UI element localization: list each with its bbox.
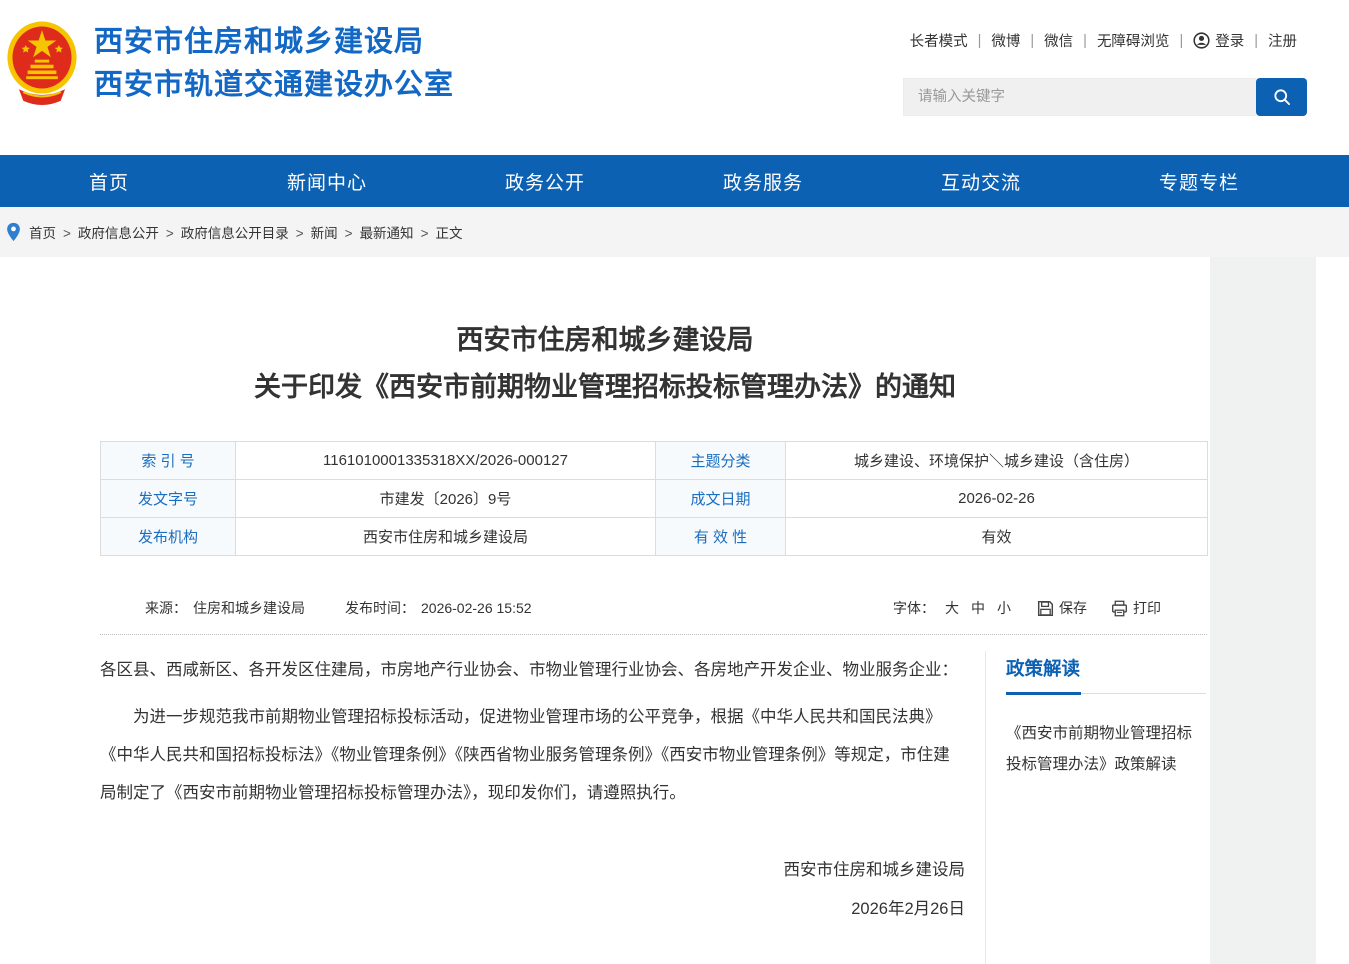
header-utilities: 长者模式 微博 微信 无障碍浏览 登录 注册 (903, 30, 1307, 116)
publish-time-value: 2026-02-26 15:52 (421, 600, 532, 616)
search-icon (1272, 87, 1292, 107)
document-title: 西安市住房和城乡建设局 关于印发《西安市前期物业管理招标投标管理办法》的通知 (0, 317, 1210, 411)
article-body: 各区县、西咸新区、各开发区住建局，市房地产行业协会、市物业管理行业协会、各房地产… (0, 651, 985, 964)
publish-time-label: 发布时间： (345, 600, 415, 616)
article-toolbar: 字体： 大 中 小 保存 (893, 598, 1161, 618)
search-button[interactable] (1256, 78, 1307, 116)
dotted-divider (100, 634, 1207, 635)
font-size-large-button[interactable]: 大 (945, 598, 959, 618)
meta-value-topic-category: 城乡建设、环境保护＼城乡建设（含住房） (786, 442, 1208, 480)
register-link[interactable]: 注册 (1244, 30, 1297, 51)
policy-interpretation-link[interactable]: 《西安市前期物业管理招标投标管理办法》政策解读 (1006, 718, 1206, 780)
source-label: 来源： (145, 600, 187, 616)
wechat-link[interactable]: 微信 (1020, 30, 1073, 51)
signature-organization: 西安市住房和城乡建设局 (100, 856, 965, 880)
breadcrumb-gov-info[interactable]: 政府信息公开 (56, 222, 159, 242)
nav-item-special-topics[interactable]: 专题专栏 (1090, 155, 1308, 207)
font-size-small-button[interactable]: 小 (997, 598, 1011, 618)
meta-label-issue-date: 成文日期 (656, 480, 786, 518)
meta-value-validity: 有效 (786, 518, 1208, 556)
source-value: 住房和城乡建设局 (193, 600, 305, 616)
print-button[interactable]: 打印 (1111, 598, 1161, 618)
document-title-line2: 关于印发《西安市前期物业管理招标投标管理办法》的通知 (0, 364, 1210, 411)
nav-item-interaction[interactable]: 互动交流 (872, 155, 1090, 207)
meta-value-index-number: 1161010001335318XX/2026-000127 (236, 442, 656, 480)
table-row: 发布机构 西安市住房和城乡建设局 有 效 性 有效 (101, 518, 1208, 556)
search-input[interactable] (903, 78, 1256, 116)
national-emblem-icon (6, 20, 78, 108)
breadcrumb-latest-notices[interactable]: 最新通知 (338, 222, 414, 242)
nav-item-news[interactable]: 新闻中心 (218, 155, 436, 207)
source-info: 来源： 住房和城乡建设局 发布时间： 2026-02-26 15:52 (145, 598, 538, 618)
print-icon (1111, 600, 1128, 617)
article-card: 西安市住房和城乡建设局 关于印发《西安市前期物业管理招标投标管理办法》的通知 索… (0, 257, 1210, 964)
meta-label-doc-number: 发文字号 (101, 480, 236, 518)
table-row: 发文字号 市建发〔2026〕9号 成文日期 2026-02-26 (101, 480, 1208, 518)
breadcrumb: 首页 政府信息公开 政府信息公开目录 新闻 最新通知 正文 (0, 207, 1349, 257)
user-icon (1193, 32, 1210, 49)
table-row: 索 引 号 1161010001335318XX/2026-000127 主题分… (101, 442, 1208, 480)
meta-label-topic-category: 主题分类 (656, 442, 786, 480)
signature-date: 2026年2月26日 (100, 895, 965, 919)
weibo-link[interactable]: 微博 (968, 30, 1021, 51)
meta-label-issuing-agency: 发布机构 (101, 518, 236, 556)
policy-interpretation-sidebar: 政策解读 《西安市前期物业管理招标投标管理办法》政策解读 (985, 651, 1210, 964)
elder-mode-link[interactable]: 长者模式 (910, 30, 968, 51)
site-title: 西安市住房和城乡建设局 西安市轨道交通建设办公室 (94, 21, 454, 107)
org-name-line1: 西安市住房和城乡建设局 (94, 21, 454, 64)
breadcrumb-current-page: 正文 (414, 222, 463, 242)
font-size-medium-button[interactable]: 中 (971, 598, 985, 618)
font-size-label: 字体： (893, 598, 935, 618)
site-logo[interactable]: 西安市住房和城乡建设局 西安市轨道交通建设办公室 (6, 20, 454, 108)
source-toolbar-row: 来源： 住房和城乡建设局 发布时间： 2026-02-26 15:52 字体： 大 中… (100, 598, 1207, 634)
page-body: 西安市住房和城乡建设局 关于印发《西安市前期物业管理招标投标管理办法》的通知 索… (0, 257, 1349, 964)
right-margin (1316, 257, 1349, 964)
meta-value-issuing-agency: 西安市住房和城乡建设局 (236, 518, 656, 556)
save-icon (1037, 600, 1054, 617)
nav-item-gov-services[interactable]: 政务服务 (654, 155, 872, 207)
nav-item-home[interactable]: 首页 (0, 155, 218, 207)
accessibility-link[interactable]: 无障碍浏览 (1073, 30, 1169, 51)
article-layout: 各区县、西咸新区、各开发区住建局，市房地产行业协会、市物业管理行业协会、各房地产… (0, 651, 1210, 964)
meta-label-index-number: 索 引 号 (101, 442, 236, 480)
breadcrumb-gov-info-catalog[interactable]: 政府信息公开目录 (159, 222, 289, 242)
top-link-bar: 长者模式 微博 微信 无障碍浏览 登录 注册 (903, 30, 1307, 51)
search-bar (903, 78, 1307, 116)
save-button[interactable]: 保存 (1037, 598, 1087, 618)
org-name-line2: 西安市轨道交通建设办公室 (94, 64, 454, 107)
sidebar-heading-rule (1006, 693, 1206, 694)
login-link[interactable]: 登录 (1169, 30, 1244, 51)
nav-item-gov-disclosure[interactable]: 政务公开 (436, 155, 654, 207)
article-paragraph-main: 为进一步规范我市前期物业管理招标投标活动，促进物业管理市场的公平竞争，根据《中华… (100, 698, 965, 812)
page-background-strip (1210, 257, 1316, 964)
meta-value-doc-number: 市建发〔2026〕9号 (236, 480, 656, 518)
location-pin-icon (6, 222, 21, 242)
document-meta-table: 索 引 号 1161010001335318XX/2026-000127 主题分… (100, 441, 1208, 556)
breadcrumb-home[interactable]: 首页 (29, 222, 56, 242)
meta-value-issue-date: 2026-02-26 (786, 480, 1208, 518)
main-nav: 首页 新闻中心 政务公开 政务服务 互动交流 专题专栏 (0, 155, 1349, 207)
meta-label-validity: 有 效 性 (656, 518, 786, 556)
breadcrumb-news[interactable]: 新闻 (289, 222, 338, 242)
sidebar-heading: 政策解读 (1006, 655, 1210, 693)
article-paragraph-salutation: 各区县、西咸新区、各开发区住建局，市房地产行业协会、市物业管理行业协会、各房地产… (100, 651, 965, 689)
site-header: 西安市住房和城乡建设局 西安市轨道交通建设办公室 长者模式 微博 微信 无障碍浏… (0, 0, 1349, 155)
document-title-line1: 西安市住房和城乡建设局 (0, 317, 1210, 364)
